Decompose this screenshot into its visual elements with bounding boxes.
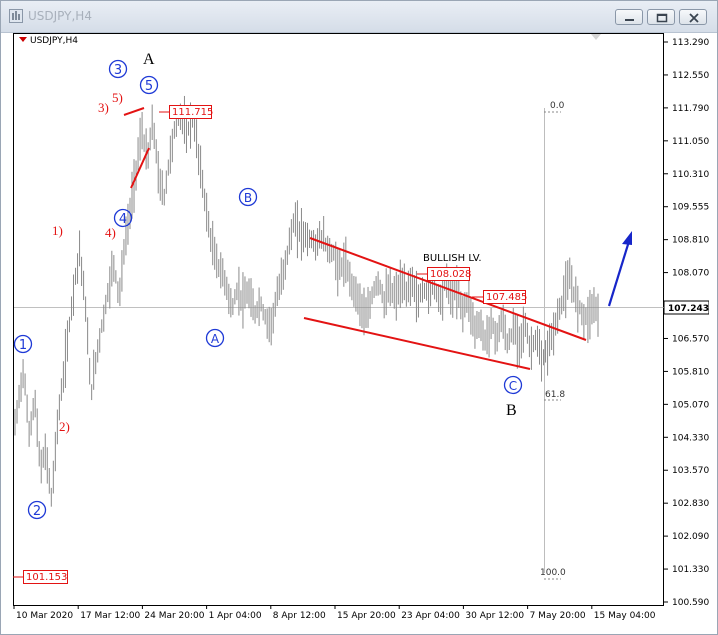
y-tick-label: 102.830 [672,499,709,509]
restore-button[interactable] [647,9,675,25]
y-tick-label: 113.290 [672,38,709,48]
x-tick-label: 10 Mar 2020 [16,611,73,621]
close-button[interactable] [679,9,707,25]
window-title: USDJPY,H4 [28,9,92,23]
svg-text:4: 4 [119,212,127,227]
chart-window-icon [9,9,23,23]
y-tick-label: 105.070 [672,400,709,410]
y-tick-label: 110.310 [672,170,709,180]
svg-text:5: 5 [145,79,153,94]
minor-wave-2: 2) [59,419,70,434]
svg-text:C: C [509,379,517,393]
restore-icon [656,13,668,23]
svg-text:3: 3 [114,63,122,78]
x-tick-label: 23 Apr 04:00 [401,611,460,621]
price-mark-label: 111.715 [172,107,213,118]
minimize-button[interactable] [615,9,643,25]
price-mark-label: 107.485 [486,292,527,303]
y-tick-label: 111.790 [672,104,709,114]
y-tick-label: 100.590 [672,598,709,608]
plot-frame [13,33,664,606]
minor-wave-3: 3) [98,100,109,115]
wave-label-a: A [143,51,155,68]
minimize-icon [625,19,634,21]
price-chart[interactable]: 113.290 112.550 111.790 111.050 110.310 109.5… [9,33,709,627]
close-icon [689,13,699,23]
x-tick-label: 1 Apr 04:00 [209,611,262,621]
x-tick-label: 8 Apr 12:00 [273,611,326,621]
y-tick-label: 102.090 [672,532,709,542]
y-tick-label: 108.070 [672,269,709,279]
y-tick-label: 112.550 [672,71,709,81]
title-bar[interactable]: USDJPY,H4 [1,1,717,33]
x-tick-label: 30 Apr 12:00 [465,611,524,621]
minor-wave-4: 4) [105,225,116,240]
x-tick-label: 7 May 20:00 [530,611,586,621]
y-tick-label: 101.330 [672,565,709,575]
svg-text:2: 2 [33,504,41,519]
fib-label-618: 61.8 [545,390,565,400]
y-tick-label: 106.570 [672,334,709,344]
y-tick-label: 108.810 [672,236,709,246]
dropdown-arrow-icon[interactable] [19,37,27,42]
y-tick-label: 104.330 [672,433,709,443]
bullish-label: BULLISH LV. [423,253,482,264]
y-tick-label: 105.810 [672,367,709,377]
chart-window: USDJPY,H4 113.290 112.550 111.790 111.05… [0,0,718,635]
symbol-label: USDJPY,H4 [19,36,78,46]
y-axis: 113.290 112.550 111.790 111.050 110.310 109.5… [664,38,709,608]
wave-label-b: B [506,402,517,419]
fib-label-0: 0.0 [550,101,565,111]
svg-text:107.243: 107.243 [668,304,709,314]
x-tick-label: 15 Apr 20:00 [337,611,396,621]
minor-wave-1: 1) [52,223,63,238]
symbol-label-text: USDJPY,H4 [30,36,78,46]
fib-label-100: 100.0 [540,568,566,578]
x-axis: 10 Mar 2020 17 Mar 12:00 24 Mar 20:00 1 Apr… [13,605,656,621]
x-tick-label: 24 Mar 20:00 [144,611,204,621]
svg-text:B: B [244,191,252,205]
x-tick-label: 15 May 04:00 [594,611,656,621]
current-price-tag: 107.243 [663,300,709,315]
chart-area[interactable]: 113.290 112.550 111.790 111.050 110.310 109.5… [9,33,709,627]
y-tick-label: 111.050 [672,137,709,147]
y-tick-label: 103.570 [672,466,709,476]
svg-text:1: 1 [19,338,27,353]
price-mark-label: 108.028 [430,269,471,280]
x-tick-label: 17 Mar 12:00 [80,611,140,621]
svg-text:A: A [211,332,220,346]
y-tick-label: 109.555 [672,203,709,213]
minor-wave-5: 5) [112,90,123,105]
price-mark-label: 101.153 [26,572,67,583]
